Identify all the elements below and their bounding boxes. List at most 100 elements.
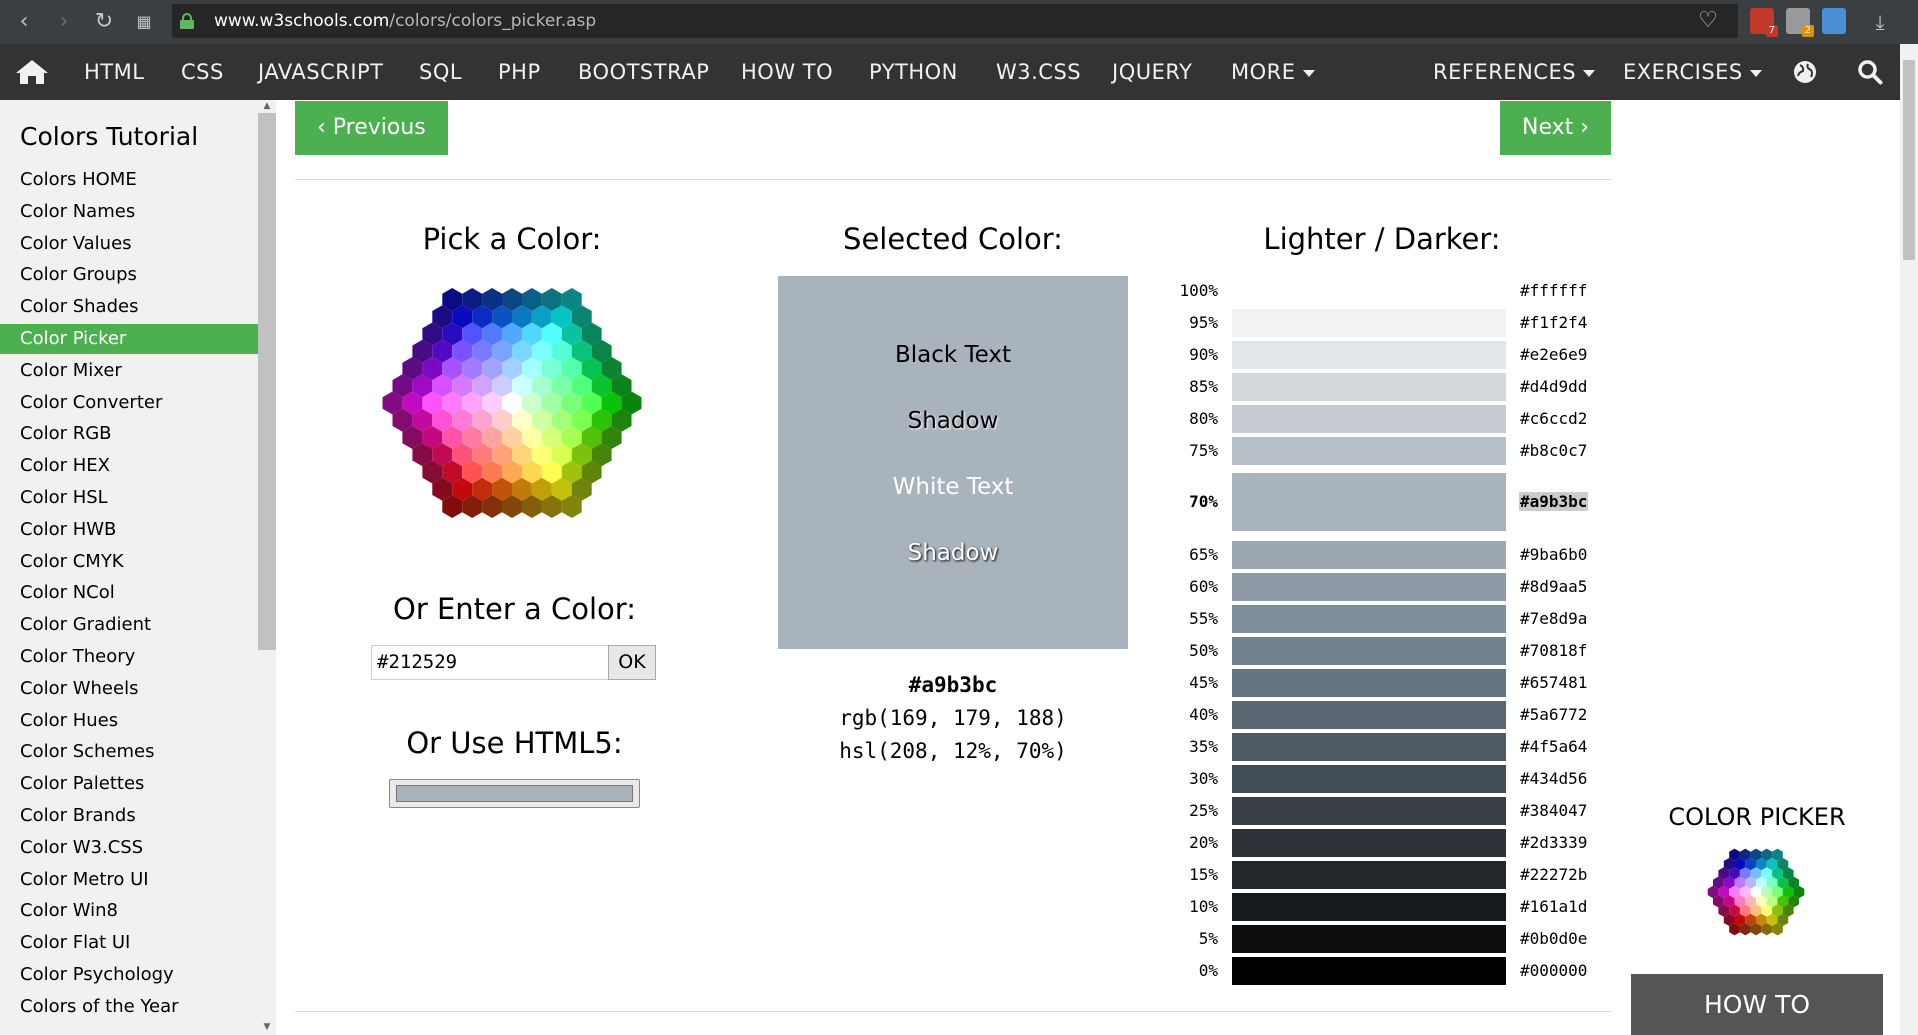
sidebar-item[interactable]: Color Values: [0, 229, 258, 259]
nav-sql[interactable]: SQL: [419, 44, 462, 100]
next-button[interactable]: Next ›: [1500, 101, 1612, 155]
sidebar-item[interactable]: Color Schemes: [0, 737, 258, 767]
shade-hex[interactable]: #0b0d0e: [1520, 929, 1587, 948]
forward-icon[interactable]: ›: [48, 6, 80, 38]
nav-w3css[interactable]: W3.CSS: [996, 44, 1081, 100]
sidebar-item[interactable]: Color Groups: [0, 260, 258, 290]
sidebar-item[interactable]: Color W3.CSS: [0, 833, 258, 863]
sidebar-item[interactable]: Color NCol: [0, 578, 258, 608]
shade-bar[interactable]: [1232, 765, 1506, 793]
color-picker-promo-title[interactable]: COLOR PICKER: [1631, 803, 1883, 831]
sidebar-item[interactable]: Color Converter: [0, 388, 258, 418]
nav-howto[interactable]: HOW TO: [741, 44, 833, 100]
shade-bar[interactable]: [1232, 669, 1506, 697]
shade-hex[interactable]: #9ba6b0: [1520, 545, 1587, 564]
sidebar-item[interactable]: Color Brands: [0, 801, 258, 831]
sidebar-item[interactable]: Color Picker: [0, 324, 258, 354]
howto-promo[interactable]: HOW TO: [1631, 974, 1883, 1035]
scroll-up-arrow-icon[interactable]: ▲: [258, 101, 276, 111]
globe-icon[interactable]: [1792, 59, 1818, 85]
shade-bar[interactable]: [1232, 605, 1506, 633]
shade-bar[interactable]: [1232, 701, 1506, 729]
shade-hex[interactable]: #5a6772: [1520, 705, 1587, 724]
color-picker-logo-icon[interactable]: [1706, 847, 1806, 937]
shade-hex[interactable]: #a9b3bc: [1519, 492, 1589, 511]
shade-hex[interactable]: #434d56: [1520, 769, 1587, 788]
sidebar-item[interactable]: Color Shades: [0, 292, 258, 322]
sidebar-item[interactable]: Color CMYK: [0, 547, 258, 577]
sync-tabs-icon[interactable]: [1822, 8, 1846, 34]
shade-bar[interactable]: [1232, 733, 1506, 761]
shade-bar[interactable]: [1232, 637, 1506, 665]
shade-hex[interactable]: #e2e6e9: [1520, 345, 1587, 364]
shade-hex[interactable]: #2d3339: [1520, 833, 1587, 852]
reload-icon[interactable]: ↻: [88, 6, 120, 38]
sidebar-item[interactable]: Color Psychology: [0, 960, 258, 990]
home-icon[interactable]: [14, 58, 50, 86]
sidebar-item[interactable]: Color HEX: [0, 451, 258, 481]
html5-color-picker[interactable]: [389, 779, 640, 808]
sidebar-item[interactable]: Color Win8: [0, 896, 258, 926]
sidebar-item[interactable]: Color Names: [0, 197, 258, 227]
shade-hex[interactable]: #b8c0c7: [1520, 441, 1587, 460]
sidebar-scrollbar-thumb[interactable]: [258, 113, 276, 650]
shade-hex[interactable]: #4f5a64: [1520, 737, 1587, 756]
shade-hex[interactable]: #000000: [1520, 961, 1587, 980]
shade-bar[interactable]: [1232, 405, 1506, 433]
address-bar[interactable]: www.w3schools.com/colors/colors_picker.a…: [172, 4, 1738, 38]
bookmark-heart-icon[interactable]: ♡: [1698, 7, 1718, 35]
sidebar-item[interactable]: Color Palettes: [0, 769, 258, 799]
nav-bootstrap[interactable]: BOOTSTRAP: [578, 44, 709, 100]
shade-bar[interactable]: [1232, 541, 1506, 569]
shade-hex[interactable]: #ffffff: [1520, 281, 1587, 300]
shade-hex[interactable]: #657481: [1520, 673, 1587, 692]
sidebar-item[interactable]: Color Flat UI: [0, 928, 258, 958]
shade-hex[interactable]: #384047: [1520, 801, 1587, 820]
ublock-icon[interactable]: 7: [1750, 8, 1778, 37]
extension-icon[interactable]: 2: [1786, 8, 1814, 37]
download-icon[interactable]: ⤓: [1864, 6, 1896, 38]
shade-bar[interactable]: [1232, 437, 1506, 465]
previous-button[interactable]: ‹ Previous: [295, 101, 448, 155]
color-input[interactable]: #212529: [371, 645, 609, 680]
shade-bar[interactable]: [1232, 573, 1506, 601]
shade-bar[interactable]: [1232, 373, 1506, 401]
shade-bar[interactable]: [1232, 925, 1506, 953]
shade-bar[interactable]: [1232, 473, 1506, 531]
nav-php[interactable]: PHP: [498, 44, 541, 100]
sidebar-item[interactable]: Color RGB: [0, 419, 258, 449]
shade-hex[interactable]: #7e8d9a: [1520, 609, 1587, 628]
shade-hex[interactable]: #c6ccd2: [1520, 409, 1587, 428]
search-icon[interactable]: [1857, 59, 1883, 85]
shade-bar[interactable]: [1232, 861, 1506, 889]
sidebar-item[interactable]: Color Gradient: [0, 610, 258, 640]
nav-jquery[interactable]: JQUERY: [1112, 44, 1192, 100]
sidebar-item[interactable]: Colors HOME: [0, 165, 258, 195]
nav-exercises[interactable]: EXERCISES: [1623, 44, 1762, 100]
shade-hex[interactable]: #f1f2f4: [1520, 313, 1587, 332]
nav-more[interactable]: MORE: [1231, 44, 1315, 100]
sidebar-item[interactable]: Color Hues: [0, 706, 258, 736]
shade-hex[interactable]: #22272b: [1520, 865, 1587, 884]
shade-bar[interactable]: [1232, 829, 1506, 857]
nav-javascript[interactable]: JAVASCRIPT: [258, 44, 384, 100]
nav-html[interactable]: HTML: [84, 44, 144, 100]
sidebar-item[interactable]: Color Metro UI: [0, 865, 258, 895]
shade-hex[interactable]: #8d9aa5: [1520, 577, 1587, 596]
shade-bar[interactable]: [1232, 797, 1506, 825]
sidebar-item[interactable]: Color Mixer: [0, 356, 258, 386]
nav-python[interactable]: PYTHON: [869, 44, 958, 100]
shade-bar[interactable]: [1232, 893, 1506, 921]
shade-hex[interactable]: #70818f: [1520, 641, 1587, 660]
sidebar-item[interactable]: Color HSL: [0, 483, 258, 513]
nav-references[interactable]: REFERENCES: [1433, 44, 1596, 100]
sidebar-item[interactable]: Color HWB: [0, 515, 258, 545]
shade-bar[interactable]: [1232, 341, 1506, 369]
tabs-grid-icon[interactable]: ▦: [128, 6, 160, 38]
color-hexagon-map[interactable]: [362, 270, 662, 536]
sidebar-item[interactable]: Colors of the Year: [0, 992, 258, 1022]
shade-bar[interactable]: [1232, 309, 1506, 337]
shade-bar[interactable]: [1232, 277, 1506, 305]
sidebar-item[interactable]: Color Theory: [0, 642, 258, 672]
shade-bar[interactable]: [1232, 957, 1506, 985]
